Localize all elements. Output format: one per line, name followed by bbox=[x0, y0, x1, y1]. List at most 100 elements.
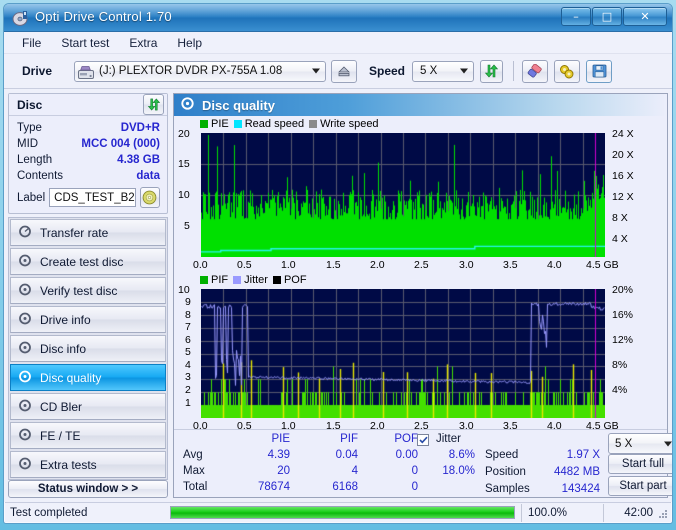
pif-ytick-5: 5 bbox=[185, 346, 191, 358]
start-full-button[interactable]: Start full bbox=[608, 454, 672, 474]
status-message: Test completed bbox=[10, 506, 88, 519]
pie-xtick-0: 0.0 bbox=[193, 259, 208, 271]
sidebar-item-label: CD Bler bbox=[40, 399, 83, 414]
erase-button[interactable] bbox=[522, 59, 549, 83]
speed-select[interactable]: 5 X bbox=[412, 60, 475, 82]
sidebar-item-transfer-rate[interactable]: Transfer rate bbox=[10, 219, 166, 246]
test-speed-select[interactable]: 5 X bbox=[608, 433, 672, 454]
maximize-button[interactable]: □ bbox=[592, 7, 622, 26]
samples-stat-value: 143424 bbox=[561, 483, 600, 495]
pie-xtick-9: 4.5 GB bbox=[586, 259, 619, 271]
disc-row-value: data bbox=[136, 170, 160, 182]
sidebar-item-disc-info[interactable]: Disc info bbox=[10, 335, 166, 362]
maximize-icon: □ bbox=[601, 10, 613, 23]
status-bar: Test completed 100.0% 42:00 bbox=[5, 502, 671, 522]
disc-row-value: 4.38 GB bbox=[117, 154, 160, 166]
sidebar-item-extra-tests[interactable]: Extra tests bbox=[10, 451, 166, 478]
pie-xtick-5: 2.5 bbox=[414, 259, 429, 271]
speed-ytick-16x: 16 X bbox=[612, 170, 634, 182]
speed-gauge-icon bbox=[19, 225, 33, 241]
speed-stat-value: 1.97 X bbox=[566, 449, 600, 461]
speed-value: 5 X bbox=[420, 65, 438, 77]
menu-item-start-test[interactable]: Start test bbox=[52, 34, 118, 52]
toolbar: Drive (J:) PLEXTOR DVDR PX-755A 1.08 Spe… bbox=[4, 54, 672, 89]
sidebar-item-label: Disc quality bbox=[40, 370, 102, 385]
pie-ytick-15: 15 bbox=[178, 158, 190, 170]
position-stat-label: Position bbox=[485, 466, 526, 478]
chevron-down-icon bbox=[312, 68, 320, 74]
resize-grip-icon[interactable] bbox=[658, 509, 668, 519]
speed-ytick-8x: 8 X bbox=[612, 212, 628, 224]
close-button[interactable]: ✕ bbox=[623, 7, 667, 26]
disc-row-mid: MID MCC 004 (000) bbox=[17, 136, 160, 152]
menu-item-help[interactable]: Help bbox=[168, 34, 211, 52]
sidebar-item-drive-info[interactable]: Drive info bbox=[10, 306, 166, 333]
jitter-ytick-20: 20% bbox=[612, 284, 634, 296]
pif-ytick-4: 4 bbox=[185, 359, 191, 371]
minimize-button[interactable]: – bbox=[561, 7, 591, 26]
disc-label-row: Label CDS_TEST_B2 bbox=[17, 187, 160, 208]
disc-row-key: Type bbox=[17, 122, 42, 134]
disc-label-input[interactable]: CDS_TEST_B2 bbox=[49, 188, 136, 207]
sidebar-item-cd-bler[interactable]: CD Bler bbox=[10, 393, 166, 420]
speed-ytick-4x: 4 X bbox=[612, 233, 628, 245]
legend-swatch bbox=[272, 276, 281, 284]
pif-ytick-1: 1 bbox=[185, 397, 191, 409]
pie-chart-plot[interactable] bbox=[201, 133, 605, 257]
stats-max-pif: 4 bbox=[351, 465, 358, 477]
sidebar-item-label: FE / TE bbox=[40, 428, 81, 443]
test-speed-value: 5 X bbox=[615, 437, 633, 450]
drive-select[interactable]: (J:) PLEXTOR DVDR PX-755A 1.08 bbox=[74, 60, 326, 82]
save-button[interactable] bbox=[586, 59, 613, 83]
sidebar-item-label: Drive info bbox=[40, 312, 91, 327]
panel-header: Disc quality bbox=[174, 94, 667, 116]
stats-row-total-label: Total bbox=[183, 481, 208, 493]
stats-total-pif: 6168 bbox=[332, 481, 358, 493]
jitter-checkbox[interactable] bbox=[417, 434, 429, 446]
window-controls: – □ ✕ bbox=[561, 7, 667, 26]
verify-disc-icon bbox=[19, 283, 33, 299]
sidebar-item-label: Transfer rate bbox=[40, 225, 109, 240]
disc-refresh-button[interactable] bbox=[143, 94, 164, 115]
status-window-button[interactable]: Status window > > bbox=[8, 480, 168, 498]
minimize-icon: – bbox=[573, 10, 579, 23]
statistics-panel: PIE PIF POF Jitter Avg Max Total 4.39 0.… bbox=[174, 429, 672, 497]
disc-media-button[interactable] bbox=[139, 187, 160, 208]
sidebar-item-fe-te[interactable]: FE / TE bbox=[10, 422, 166, 449]
window-title: Opti Drive Control 1.70 bbox=[35, 9, 172, 24]
application-window: Opti Drive Control 1.70 – □ ✕ File Start… bbox=[3, 3, 673, 524]
legend-item-write-speed: Write speed bbox=[309, 118, 379, 130]
position-stat-value: 4482 MB bbox=[553, 466, 600, 478]
pie-chart-legend: PIE Read speed Write speed bbox=[200, 118, 379, 130]
pie-ytick-5: 5 bbox=[184, 220, 190, 232]
refresh-button[interactable] bbox=[480, 59, 504, 83]
stats-avg-pof: 0.00 bbox=[395, 449, 418, 461]
stats-total-pie: 78674 bbox=[258, 481, 290, 493]
stats-col-pif: PIF bbox=[340, 433, 358, 445]
legend-item-pof: POF bbox=[272, 274, 307, 286]
sidebar-item-label: Create test disc bbox=[40, 254, 124, 269]
eject-icon bbox=[338, 65, 350, 76]
disc-row-value: DVD+R bbox=[120, 122, 160, 134]
pif-jitter-chart-plot[interactable] bbox=[201, 289, 605, 418]
menu-item-file[interactable]: File bbox=[13, 34, 50, 52]
disc-quality-icon bbox=[19, 370, 33, 386]
disc-panel-title: Disc bbox=[17, 97, 43, 112]
speed-ytick-20x: 20 X bbox=[612, 149, 634, 161]
start-part-button[interactable]: Start part bbox=[608, 476, 672, 496]
app-disc-icon bbox=[12, 9, 30, 27]
disc-panel-header: Disc bbox=[9, 94, 167, 116]
eject-button[interactable] bbox=[331, 59, 357, 83]
pie-ytick-20: 20 bbox=[178, 128, 190, 140]
sidebar-item-disc-quality[interactable]: Disc quality bbox=[10, 364, 166, 391]
eraser-icon bbox=[527, 63, 542, 77]
menu-item-extra[interactable]: Extra bbox=[120, 34, 166, 52]
legend-item-read-speed: Read speed bbox=[233, 118, 304, 130]
tools-button[interactable] bbox=[554, 59, 581, 83]
disc-properties: Type DVD+R MID MCC 004 (000) Length 4.38… bbox=[9, 116, 167, 213]
legend-swatch bbox=[233, 276, 242, 284]
chevron-down-icon bbox=[460, 68, 469, 74]
legend-item-jitter: Jitter bbox=[233, 274, 268, 286]
sidebar-item-verify-test-disc[interactable]: Verify test disc bbox=[10, 277, 166, 304]
sidebar-item-create-test-disc[interactable]: Create test disc bbox=[10, 248, 166, 275]
